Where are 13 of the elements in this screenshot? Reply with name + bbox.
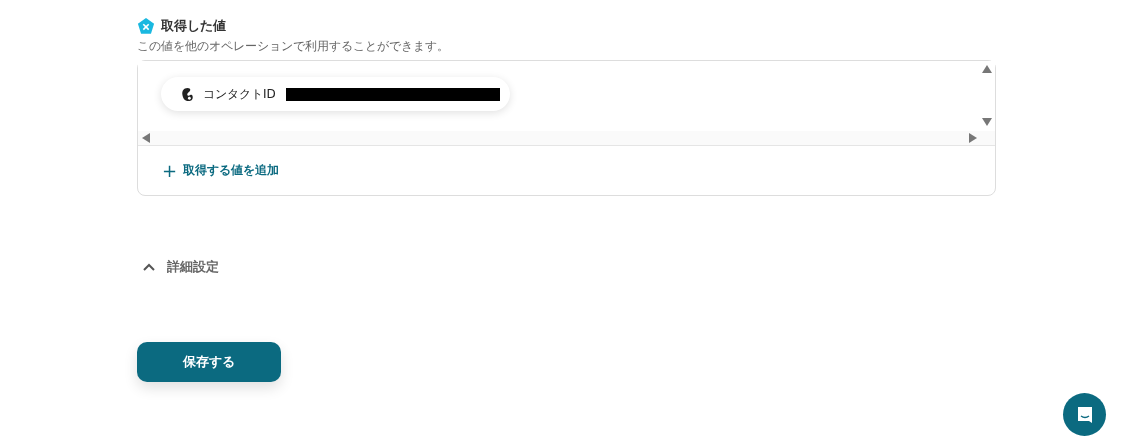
value-chip[interactable]: コンタクトID bbox=[161, 77, 510, 111]
chat-button[interactable] bbox=[1063, 393, 1106, 436]
scroll-right-icon[interactable] bbox=[969, 133, 977, 143]
advanced-settings-toggle[interactable]: 詳細設定 bbox=[143, 258, 219, 276]
section-title: 取得した値 bbox=[161, 17, 226, 35]
logo-icon bbox=[137, 17, 155, 35]
value-label: コンタクトID bbox=[203, 85, 276, 103]
save-button[interactable]: 保存する bbox=[137, 342, 281, 382]
scroll-up-icon[interactable] bbox=[982, 65, 992, 73]
add-value-button[interactable]: + 取得する値を追加 bbox=[162, 161, 280, 180]
section-description: この値を他のオペレーションで利用することができます。 bbox=[137, 39, 450, 54]
scroll-down-icon[interactable] bbox=[982, 118, 992, 126]
scroll-left-icon[interactable] bbox=[142, 133, 150, 143]
